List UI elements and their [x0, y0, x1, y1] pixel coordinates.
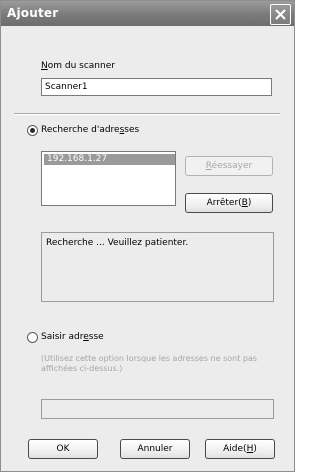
manual-address-input[interactable]	[41, 399, 274, 419]
separator	[14, 113, 280, 115]
dialog-title: Ajouter	[7, 6, 59, 20]
scanner-name-label: Nom du scanner	[41, 61, 115, 71]
scanner-name-value: Scanner1	[45, 82, 88, 92]
retry-button[interactable]: Réessayer	[185, 156, 273, 176]
status-text: Recherche ... Veuillez patienter.	[46, 238, 189, 248]
close-button[interactable]	[270, 4, 291, 25]
address-list-item[interactable]: 192.168.1.27	[44, 154, 175, 165]
manual-address-label[interactable]: Saisir adresse	[41, 332, 104, 342]
address-list[interactable]: 192.168.1.27	[41, 151, 176, 206]
search-addresses-radio[interactable]	[27, 125, 38, 136]
scanner-name-input[interactable]: Scanner1	[41, 78, 272, 96]
radio-selected-dot	[30, 128, 35, 133]
title-bar[interactable]: Ajouter	[1, 1, 294, 26]
add-scanner-dialog: Ajouter Nom du scanner Scanner1 Recherch…	[0, 0, 295, 472]
manual-address-hint: (Utilisez cette option lorsque les adres…	[41, 354, 258, 373]
search-addresses-label[interactable]: Recherche d'adresses	[41, 125, 139, 135]
help-button[interactable]: Aide(H)	[205, 439, 275, 459]
close-icon	[275, 9, 286, 20]
status-box: Recherche ... Veuillez patienter.	[41, 232, 274, 302]
manual-address-radio[interactable]	[27, 332, 38, 343]
ok-button[interactable]: OK	[28, 439, 98, 459]
stop-button[interactable]: Arrêter(B)	[185, 193, 273, 213]
cancel-button[interactable]: Annuler	[120, 439, 190, 459]
